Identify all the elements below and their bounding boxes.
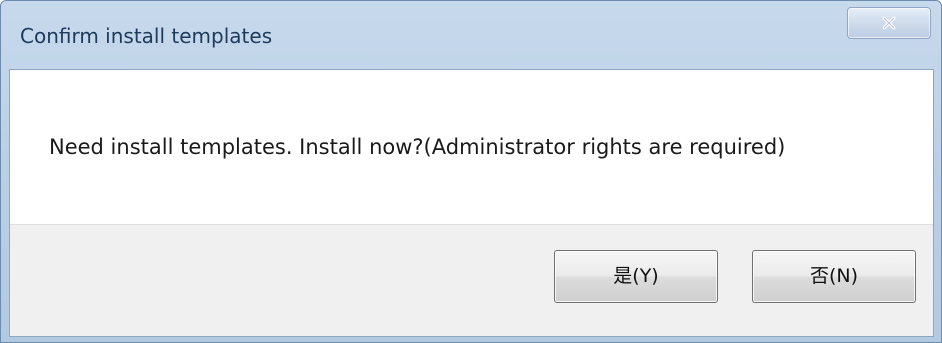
dialog-body: Need install templates. Install now?(Adm…: [9, 69, 934, 337]
yes-button[interactable]: 是(Y): [554, 250, 718, 303]
message-area: Need install templates. Install now?(Adm…: [10, 70, 933, 224]
title-bar[interactable]: Confirm install templates: [1, 1, 941, 61]
close-icon: [882, 16, 896, 30]
dialog-message: Need install templates. Install now?(Adm…: [49, 135, 786, 159]
close-button[interactable]: [847, 7, 931, 39]
no-button[interactable]: 否(N): [752, 250, 916, 303]
dialog-window: Confirm install templates Need install t…: [0, 0, 942, 343]
window-title: Confirm install templates: [20, 24, 273, 48]
button-bar: 是(Y) 否(N): [10, 224, 933, 336]
